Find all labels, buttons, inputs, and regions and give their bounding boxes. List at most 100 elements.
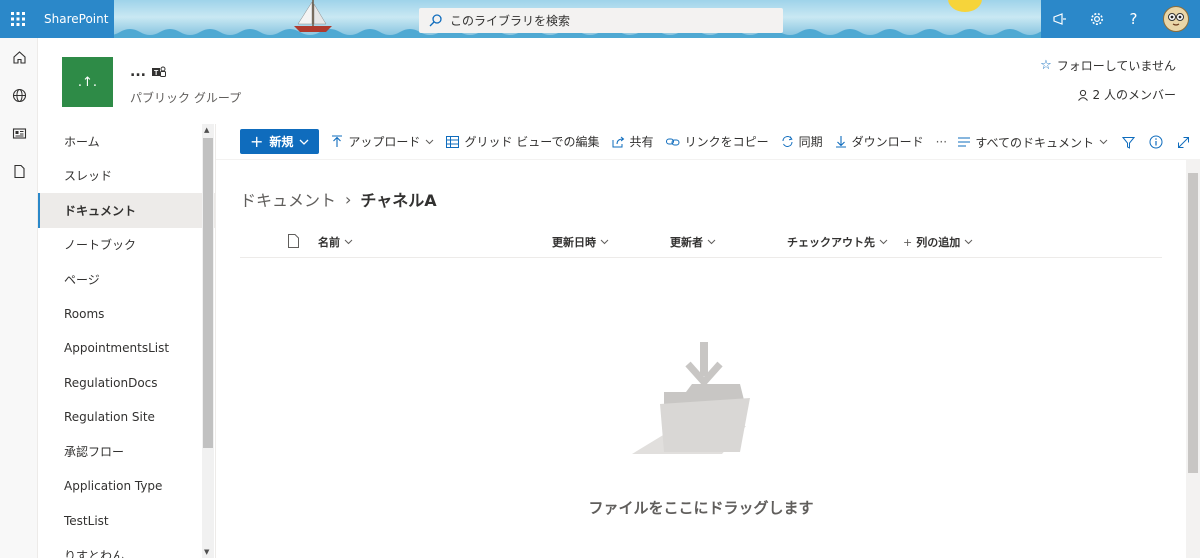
- nav-item-appointmentslist[interactable]: AppointmentsList: [38, 331, 215, 366]
- sync-icon: [782, 136, 793, 147]
- left-navigation: ホーム スレッド ドキュメント ノートブック ページ Rooms Appoint…: [38, 124, 216, 558]
- upload-button[interactable]: アップロード: [331, 133, 434, 150]
- nav-item-threads[interactable]: スレッド: [38, 159, 215, 194]
- follow-button[interactable]: ☆ フォローしていません: [1040, 57, 1176, 74]
- info-icon[interactable]: [1149, 135, 1163, 149]
- empty-folder-illustration: [632, 342, 750, 454]
- app-name-link[interactable]: SharePoint: [36, 0, 114, 38]
- file-type-header[interactable]: [288, 234, 299, 248]
- site-title[interactable]: ... T: [130, 64, 166, 80]
- nav-item-pages[interactable]: ページ: [38, 262, 215, 297]
- scroll-up-icon[interactable]: ▲: [204, 126, 209, 134]
- nav-scrollbar[interactable]: ▲ ▼: [202, 124, 214, 558]
- appbar-sites[interactable]: [0, 76, 38, 114]
- chevron-down-icon: [344, 239, 353, 245]
- search-box[interactable]: このライブラリを検索: [419, 8, 783, 33]
- sync-button[interactable]: 同期: [781, 133, 823, 150]
- chevron-down-icon: [879, 239, 888, 245]
- appbar-news[interactable]: [0, 114, 38, 152]
- nav-scrollbar-thumb[interactable]: [203, 138, 213, 448]
- appbar-files[interactable]: [0, 152, 38, 190]
- grid-edit-button[interactable]: グリッド ビューでの編集: [446, 133, 600, 150]
- command-bar: + 新規 アップロード グリッド ビューでの編集 共有 リンクをコピー 同期 ダ…: [216, 124, 1200, 160]
- content-scrollbar-thumb[interactable]: [1188, 173, 1198, 473]
- svg-text:T: T: [154, 70, 159, 77]
- search-icon: [429, 14, 442, 27]
- expand-icon[interactable]: [1177, 136, 1190, 149]
- copy-link-button[interactable]: リンクをコピー: [665, 133, 769, 150]
- plus-icon: +: [903, 235, 913, 249]
- megaphone-icon: [1052, 13, 1066, 25]
- waffle-icon: [11, 12, 25, 26]
- chevron-down-icon: [1099, 139, 1108, 145]
- breadcrumb-separator-icon: ›: [345, 189, 352, 209]
- add-column-button[interactable]: + 列の追加: [903, 234, 973, 250]
- nav-item-list-one[interactable]: りすとわん: [38, 538, 215, 558]
- chevron-down-icon: [426, 139, 434, 144]
- empty-state-message: ファイルをここにドラッグします: [588, 499, 814, 517]
- document-icon: [288, 234, 299, 248]
- plus-icon: +: [250, 132, 264, 151]
- add-column-label: 列の追加: [916, 236, 961, 249]
- scroll-down-icon[interactable]: ▼: [204, 548, 209, 556]
- nav-item-notebook[interactable]: ノートブック: [38, 228, 215, 263]
- view-label: すべてのドキュメント: [975, 135, 1094, 150]
- sun-decoration: [948, 0, 982, 12]
- new-label: 新規: [269, 135, 294, 149]
- appbar-home[interactable]: [0, 38, 38, 76]
- nav-item-approval-flow[interactable]: 承認フロー: [38, 435, 215, 470]
- view-selector[interactable]: すべてのドキュメント: [958, 134, 1108, 151]
- document-library: ドキュメント › チャネルA 名前 更新日時 更新者 チェックアウト先 + 列の…: [216, 160, 1186, 558]
- settings-button[interactable]: [1078, 0, 1115, 38]
- download-icon: [835, 136, 846, 148]
- download-button[interactable]: ダウンロード: [835, 133, 924, 150]
- copy-link-label: リンクをコピー: [684, 135, 769, 149]
- suite-bar: SharePoint このライブラリを検索 ?: [0, 0, 1200, 38]
- column-modified-by[interactable]: 更新者: [670, 234, 716, 250]
- column-name-label: 名前: [318, 236, 340, 249]
- file-icon: [13, 164, 25, 178]
- nav-item-rooms[interactable]: Rooms: [38, 297, 215, 332]
- teams-icon: T: [151, 66, 166, 77]
- follow-label: フォローしていません: [1056, 59, 1176, 73]
- nav-item-regulationdocs[interactable]: RegulationDocs: [38, 366, 215, 401]
- grid-edit-label: グリッド ビューでの編集: [464, 135, 600, 149]
- nav-item-testlist[interactable]: TestList: [38, 504, 215, 539]
- more-icon: ···: [935, 134, 948, 149]
- column-name[interactable]: 名前: [318, 234, 353, 250]
- upload-label: アップロード: [348, 135, 421, 149]
- site-header: .↑. ... T パブリック グループ ☆ フォローしていません 2 人のメン…: [38, 38, 1200, 124]
- gear-icon: [1090, 13, 1103, 25]
- share-icon: [612, 136, 624, 147]
- help-icon: ?: [1129, 10, 1138, 28]
- breadcrumb: ドキュメント › チャネルA: [240, 187, 437, 211]
- sync-label: 同期: [798, 135, 823, 149]
- account-avatar[interactable]: [1152, 0, 1200, 38]
- share-button[interactable]: 共有: [612, 133, 654, 150]
- chevron-down-icon: [707, 239, 716, 245]
- nav-item-home[interactable]: ホーム: [38, 124, 215, 159]
- breadcrumb-root[interactable]: ドキュメント: [240, 187, 336, 211]
- app-launcher-button[interactable]: [0, 0, 36, 38]
- whats-new-button[interactable]: [1041, 0, 1078, 38]
- site-logo[interactable]: .↑.: [62, 57, 113, 107]
- nav-item-documents[interactable]: ドキュメント: [38, 193, 215, 228]
- more-button[interactable]: ···: [936, 135, 947, 149]
- members-button[interactable]: 2 人のメンバー: [1077, 86, 1176, 103]
- nav-item-regulation-site[interactable]: Regulation Site: [38, 400, 215, 435]
- chevron-down-icon: [299, 139, 309, 145]
- avatar: [1163, 6, 1189, 32]
- link-icon: [665, 138, 680, 145]
- news-icon: [12, 127, 26, 139]
- home-icon: [12, 50, 26, 64]
- nav-item-application-type[interactable]: Application Type: [38, 469, 215, 504]
- help-button[interactable]: ?: [1115, 0, 1152, 38]
- filter-icon[interactable]: [1122, 136, 1135, 149]
- sailboat-decoration: [294, 0, 332, 32]
- content-scrollbar[interactable]: [1186, 160, 1200, 558]
- column-modified-label: 更新日時: [552, 236, 596, 249]
- new-button[interactable]: + 新規: [240, 129, 320, 154]
- column-modified[interactable]: 更新日時: [552, 234, 609, 250]
- list-view-icon: [958, 137, 971, 147]
- column-checked-out-to[interactable]: チェックアウト先: [787, 234, 888, 250]
